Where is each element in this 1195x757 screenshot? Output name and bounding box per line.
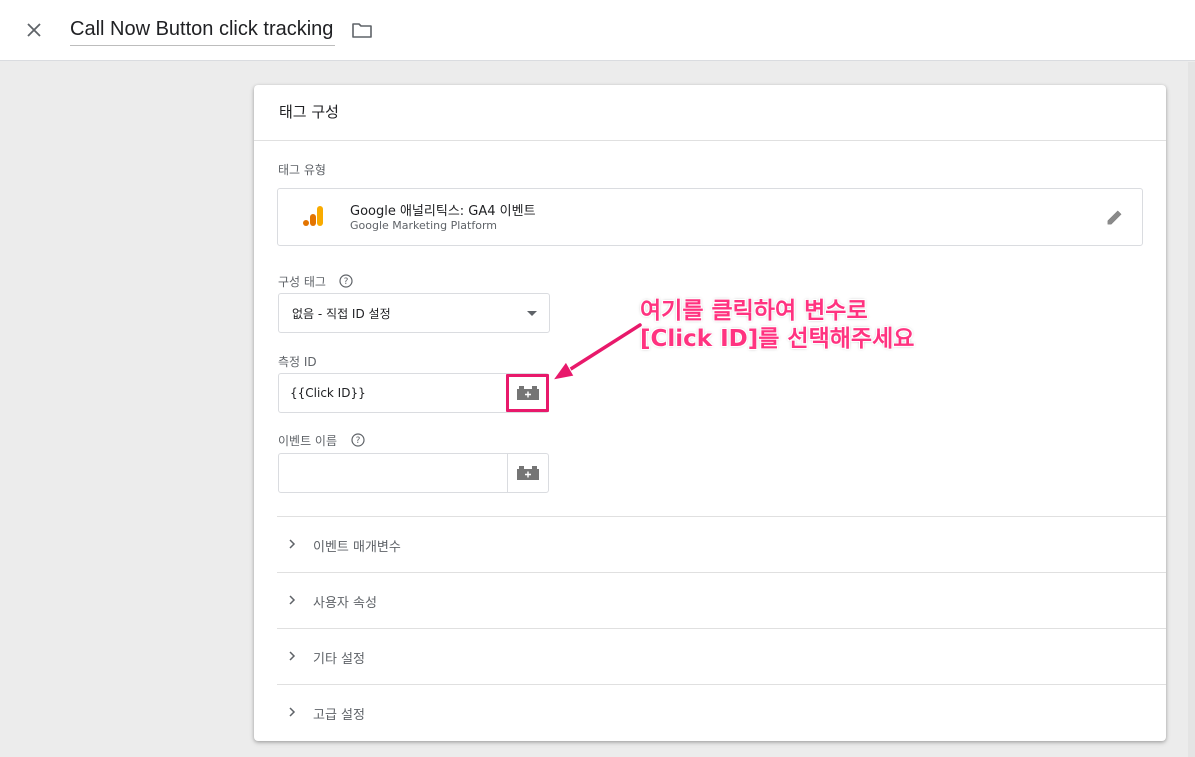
svg-text:?: ? [344, 277, 349, 287]
folder-icon [352, 23, 372, 38]
variable-lego-icon [517, 386, 539, 400]
google-analytics-icon [303, 206, 323, 226]
tag-name-field[interactable]: Call Now Button click tracking [70, 14, 336, 46]
folder-button[interactable] [350, 18, 374, 42]
event-name-variable-button[interactable] [507, 454, 548, 492]
event-name-box [278, 453, 549, 493]
section-other-settings[interactable]: 기타 설정 [277, 628, 1166, 684]
help-icon[interactable]: ? [351, 433, 365, 447]
tag-type-label: 태그 유형 [278, 163, 326, 177]
annotation-line-2: [Click ID]를 선택해주세요 [640, 326, 915, 352]
section-label: 기타 설정 [313, 652, 365, 667]
event-name-input[interactable] [279, 454, 508, 492]
event-name-label: 이벤트 이름 [278, 434, 338, 448]
measurement-id-label: 측정 ID [278, 355, 317, 369]
help-icon[interactable]: ? [339, 274, 353, 288]
tag-type-platform: Google Marketing Platform [350, 219, 497, 232]
chevron-down-icon [527, 311, 537, 316]
close-icon [27, 23, 41, 37]
chevron-right-icon [289, 539, 296, 549]
section-advanced-settings[interactable]: 고급 설정 [277, 684, 1166, 740]
tag-type-selector[interactable]: Google 애널리틱스: GA4 이벤트 Google Marketing P… [277, 188, 1143, 246]
tag-name-text: Call Now Button click tracking [70, 18, 334, 40]
top-bar: Call Now Button click tracking [0, 0, 1195, 61]
card-header: 태그 구성 [254, 85, 1166, 141]
measurement-id-box [278, 373, 549, 413]
chevron-right-icon [289, 595, 296, 605]
config-tag-dropdown[interactable]: 없음 - 직접 ID 설정 [278, 293, 550, 333]
svg-text:?: ? [356, 436, 361, 446]
section-user-properties[interactable]: 사용자 속성 [277, 572, 1166, 628]
scrollbar-track[interactable] [1188, 62, 1195, 757]
config-tag-selected: 없음 - 직접 ID 설정 [292, 307, 391, 321]
tag-type-name: Google 애널리틱스: GA4 이벤트 [350, 204, 536, 219]
pencil-icon[interactable] [1104, 206, 1126, 228]
annotation-line-1: 여기를 클릭하여 변수로 [640, 298, 868, 324]
section-label: 사용자 속성 [313, 596, 377, 611]
section-label: 고급 설정 [313, 708, 365, 723]
chevron-right-icon [289, 651, 296, 661]
config-tag-label: 구성 태그 [278, 275, 326, 289]
measurement-id-input[interactable] [279, 374, 508, 412]
variable-lego-icon [517, 466, 539, 480]
tag-configuration-card: 태그 구성 태그 유형 Google 애널리틱스: GA4 이벤트 Google… [254, 85, 1166, 741]
measurement-id-variable-button[interactable] [507, 374, 548, 412]
section-event-parameters[interactable]: 이벤트 매개변수 [277, 516, 1166, 572]
chevron-right-icon [289, 707, 296, 717]
card-title: 태그 구성 [279, 103, 339, 121]
section-label: 이벤트 매개변수 [313, 540, 401, 555]
annotation-text: 여기를 클릭하여 변수로 [Click ID]를 선택해주세요 [640, 297, 914, 353]
close-button[interactable] [22, 18, 46, 42]
